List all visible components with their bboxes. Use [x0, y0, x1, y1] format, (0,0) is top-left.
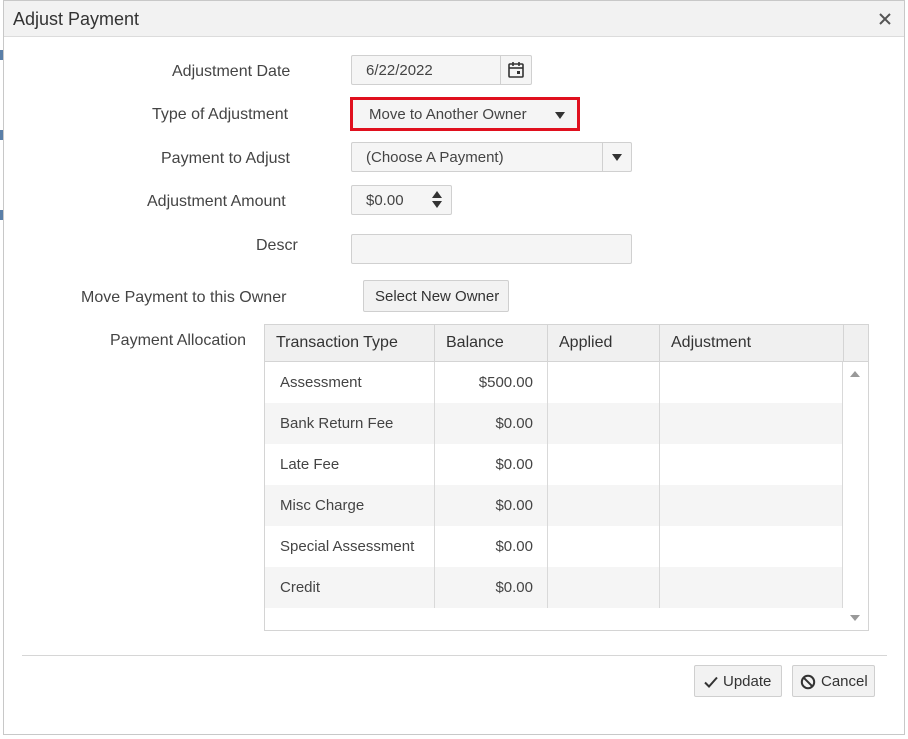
cell-applied[interactable]	[548, 362, 660, 403]
type-of-adjustment-value: Move to Another Owner	[369, 106, 527, 123]
update-button[interactable]: Update	[694, 665, 782, 697]
cell-balance: $0.00	[435, 403, 548, 444]
footer-divider	[22, 655, 887, 656]
payment-to-adjust-label: Payment to Adjust	[161, 150, 290, 167]
cell-adjustment[interactable]	[660, 485, 843, 526]
check-icon	[704, 676, 718, 688]
payment-allocation-grid: Transaction Type Balance Applied Adjustm…	[264, 324, 869, 631]
cell-applied[interactable]	[548, 526, 660, 567]
close-icon[interactable]	[876, 10, 894, 28]
column-header-transaction-type[interactable]: Transaction Type	[265, 325, 435, 361]
cell-transaction-type: Special Assessment	[265, 526, 435, 567]
cell-adjustment[interactable]	[660, 403, 843, 444]
table-row[interactable]: Late Fee $0.00	[265, 444, 843, 485]
adjustment-date-label: Adjustment Date	[172, 63, 291, 80]
cell-applied[interactable]	[548, 485, 660, 526]
cell-balance: $0.00	[435, 526, 548, 567]
stepper-icon[interactable]	[431, 190, 443, 210]
cancel-button[interactable]: Cancel	[792, 665, 875, 697]
cell-transaction-type: Misc Charge	[265, 485, 435, 526]
table-row[interactable]: Credit $0.00	[265, 567, 843, 608]
dialog-titlebar: Adjust Payment	[4, 1, 904, 37]
cell-adjustment[interactable]	[660, 444, 843, 485]
cell-transaction-type: Late Fee	[265, 444, 435, 485]
grid-header: Transaction Type Balance Applied Adjustm…	[265, 325, 868, 362]
payment-allocation-label: Payment Allocation	[110, 332, 247, 349]
update-label: Update	[723, 673, 772, 690]
move-payment-owner-label: Move Payment to this Owner	[81, 289, 287, 306]
date-picker-button[interactable]	[500, 56, 531, 84]
calendar-icon	[508, 62, 524, 78]
type-of-adjustment-select[interactable]: Move to Another Owner	[350, 97, 580, 131]
stepper-up-icon[interactable]	[432, 191, 442, 198]
ban-icon	[800, 674, 816, 690]
adjustment-amount-label: Adjustment Amount	[147, 193, 286, 210]
cell-balance: $0.00	[435, 444, 548, 485]
adjustment-amount-value: $0.00	[366, 192, 404, 209]
cell-adjustment[interactable]	[660, 567, 843, 608]
cell-transaction-type: Credit	[265, 567, 435, 608]
dialog-title: Adjust Payment	[13, 9, 140, 29]
descr-label: Descr	[256, 237, 298, 254]
adjustment-date-input[interactable]: 6/22/2022	[351, 55, 532, 85]
adjust-payment-dialog: Adjust Payment Adjustment Date 6/22/2022…	[3, 0, 905, 735]
cell-balance: $0.00	[435, 567, 548, 608]
scroll-up-icon[interactable]	[850, 371, 860, 377]
cancel-label: Cancel	[821, 673, 868, 690]
table-row[interactable]: Bank Return Fee $0.00	[265, 403, 843, 444]
adjustment-amount-input[interactable]: $0.00	[351, 185, 452, 215]
chevron-down-icon	[555, 112, 565, 119]
payment-to-adjust-value: (Choose A Payment)	[366, 149, 504, 166]
scroll-down-icon[interactable]	[850, 615, 860, 621]
select-new-owner-button[interactable]: Select New Owner	[363, 280, 509, 312]
cell-applied[interactable]	[548, 567, 660, 608]
grid-scrollbar[interactable]	[843, 362, 868, 630]
descr-input[interactable]	[351, 234, 632, 264]
column-header-balance[interactable]: Balance	[435, 325, 548, 361]
cell-adjustment[interactable]	[660, 362, 843, 403]
cell-transaction-type: Bank Return Fee	[265, 403, 435, 444]
payment-to-adjust-select[interactable]: (Choose A Payment)	[351, 142, 632, 172]
cell-balance: $500.00	[435, 362, 548, 403]
cell-balance: $0.00	[435, 485, 548, 526]
select-new-owner-label: Select New Owner	[375, 288, 500, 305]
cell-applied[interactable]	[548, 444, 660, 485]
table-row[interactable]: Special Assessment $0.00	[265, 526, 843, 567]
column-header-adjustment[interactable]: Adjustment	[660, 325, 844, 361]
column-header-applied[interactable]: Applied	[548, 325, 660, 361]
chevron-down-icon	[612, 154, 622, 161]
table-row[interactable]: Misc Charge $0.00	[265, 485, 843, 526]
payment-dropdown-button[interactable]	[602, 143, 631, 171]
stepper-down-icon[interactable]	[432, 201, 442, 208]
type-of-adjustment-label: Type of Adjustment	[152, 106, 289, 123]
adjustment-date-value: 6/22/2022	[366, 62, 433, 79]
cell-adjustment[interactable]	[660, 526, 843, 567]
table-row[interactable]: Assessment $500.00	[265, 362, 843, 403]
cell-transaction-type: Assessment	[265, 362, 435, 403]
cell-applied[interactable]	[548, 403, 660, 444]
